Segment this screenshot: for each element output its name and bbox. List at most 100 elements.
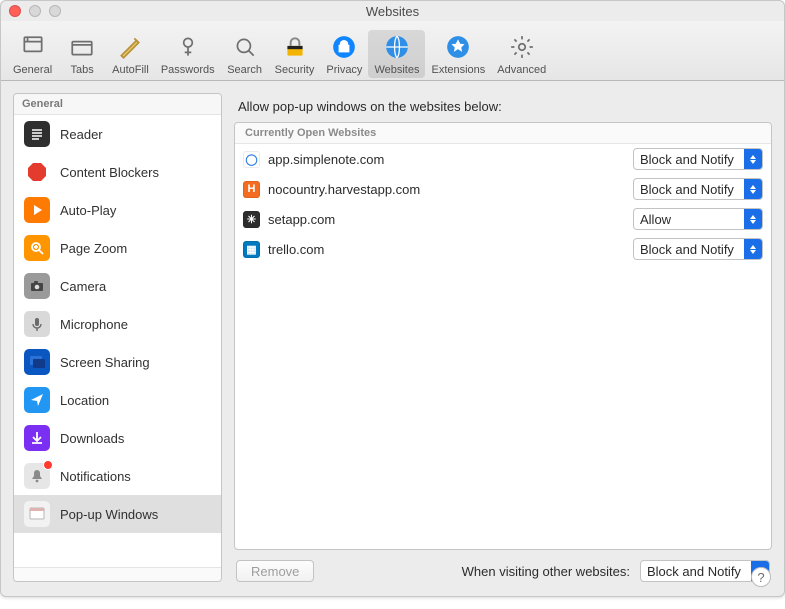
remove-button-label: Remove [251,564,299,579]
toolbar-passwords[interactable]: Passwords [155,30,221,78]
site-setting-value: Block and Notify [634,182,744,197]
sidebar-item-popups[interactable]: Pop-up Windows [14,495,221,533]
toolbar-security[interactable]: Security [269,30,321,78]
toolbar-privacy[interactable]: Privacy [320,30,368,78]
passwords-icon [173,32,203,62]
sidebar-item-label: Content Blockers [60,165,159,180]
chevron-updown-icon [744,209,762,229]
site-domain: trello.com [268,242,625,257]
downloads-icon [24,425,50,451]
sidebar-item-label: Page Zoom [60,241,127,256]
site-domain: app.simplenote.com [268,152,625,167]
sidebar-item-mic[interactable]: Microphone [14,305,221,343]
sidebar-item-zoom[interactable]: Page Zoom [14,229,221,267]
other-websites-select-value: Block and Notify [641,564,751,579]
autofill-icon [115,32,145,62]
toolbar-search-label: Search [227,64,262,76]
chevron-updown-icon [744,239,762,259]
minimize-button[interactable] [29,5,41,17]
toolbar-extensions[interactable]: Extensions [425,30,491,78]
toolbar-privacy-label: Privacy [326,64,362,76]
search-icon [230,32,260,62]
sidebar-item-label: Downloads [60,431,124,446]
toolbar-websites-label: Websites [374,64,419,76]
screenshare-icon [24,349,50,375]
help-button[interactable]: ? [751,567,771,587]
site-row[interactable]: H nocountry.harvestapp.com Block and Not… [235,174,771,204]
content-area: General Reader Content Blockers Auto-Pla… [1,81,784,596]
blockers-icon [24,159,50,185]
sidebar-item-label: Pop-up Windows [60,507,158,522]
site-setting-value: Allow [634,212,744,227]
site-row[interactable]: ▦ trello.com Block and Notify [235,234,771,264]
sidebar-item-label: Auto-Play [60,203,116,218]
autoplay-icon [24,197,50,223]
site-domain: setapp.com [268,212,625,227]
site-setting-value: Block and Notify [634,152,744,167]
site-setting-select[interactable]: Block and Notify [633,238,763,260]
sidebar-scrollbar[interactable] [14,567,221,581]
extensions-icon [443,32,473,62]
site-setting-select[interactable]: Block and Notify [633,178,763,200]
websites-icon [382,32,412,62]
toolbar-websites[interactable]: Websites [368,30,425,78]
location-icon [24,387,50,413]
chevron-updown-icon [744,179,762,199]
sidebar-item-location[interactable]: Location [14,381,221,419]
toolbar-extensions-label: Extensions [431,64,485,76]
favicon-icon: ▦ [243,241,260,258]
maximize-button[interactable] [49,5,61,17]
notification-badge [43,460,53,470]
sidebar-item-screenshare[interactable]: Screen Sharing [14,343,221,381]
sidebar-header: General [14,94,221,115]
sidebar-item-notifications[interactable]: Notifications [14,457,221,495]
toolbar-tabs-label: Tabs [71,64,94,76]
privacy-icon [329,32,359,62]
site-row[interactable]: ✳ setapp.com Allow [235,204,771,234]
toolbar-autofill-label: AutoFill [112,64,149,76]
main-heading: Allow pop-up windows on the websites bel… [234,93,772,122]
site-setting-select[interactable]: Block and Notify [633,148,763,170]
toolbar-search[interactable]: Search [221,30,269,78]
zoom-icon [24,235,50,261]
websites-list: Currently Open Websites ◯ app.simplenote… [234,122,772,550]
other-websites-label: When visiting other websites: [324,564,630,579]
sidebar-item-reader[interactable]: Reader [14,115,221,153]
toolbar-general[interactable]: General [7,30,58,78]
sidebar-list: Reader Content Blockers Auto-Play Page Z… [14,115,221,567]
toolbar-advanced[interactable]: Advanced [491,30,552,78]
preferences-window: Websites General Tabs AutoFill Passwords… [0,0,785,597]
traffic-lights [9,5,61,17]
site-setting-value: Block and Notify [634,242,744,257]
toolbar-advanced-label: Advanced [497,64,546,76]
remove-button[interactable]: Remove [236,560,314,582]
toolbar-tabs[interactable]: Tabs [58,30,106,78]
sidebar-item-label: Notifications [60,469,131,484]
close-button[interactable] [9,5,21,17]
mic-icon [24,311,50,337]
sidebar-item-label: Microphone [60,317,128,332]
notifications-icon [24,463,50,489]
sidebar-item-autoplay[interactable]: Auto-Play [14,191,221,229]
favicon-icon: H [243,181,260,198]
toolbar-security-label: Security [275,64,315,76]
security-icon [280,32,310,62]
reader-icon [24,121,50,147]
toolbar: General Tabs AutoFill Passwords Search S… [1,21,784,81]
site-row[interactable]: ◯ app.simplenote.com Block and Notify [235,144,771,174]
sidebar-item-label: Screen Sharing [60,355,150,370]
site-setting-select[interactable]: Allow [633,208,763,230]
sidebar-item-label: Location [60,393,109,408]
sidebar: General Reader Content Blockers Auto-Pla… [13,93,222,582]
titlebar: Websites [1,1,784,21]
toolbar-general-label: General [13,64,52,76]
sidebar-item-camera[interactable]: Camera [14,267,221,305]
site-domain: nocountry.harvestapp.com [268,182,625,197]
bottom-controls: Remove When visiting other websites: Blo… [234,550,772,582]
advanced-icon [507,32,537,62]
sidebar-item-blockers[interactable]: Content Blockers [14,153,221,191]
camera-icon [24,273,50,299]
toolbar-autofill[interactable]: AutoFill [106,30,155,78]
chevron-updown-icon [744,149,762,169]
sidebar-item-downloads[interactable]: Downloads [14,419,221,457]
